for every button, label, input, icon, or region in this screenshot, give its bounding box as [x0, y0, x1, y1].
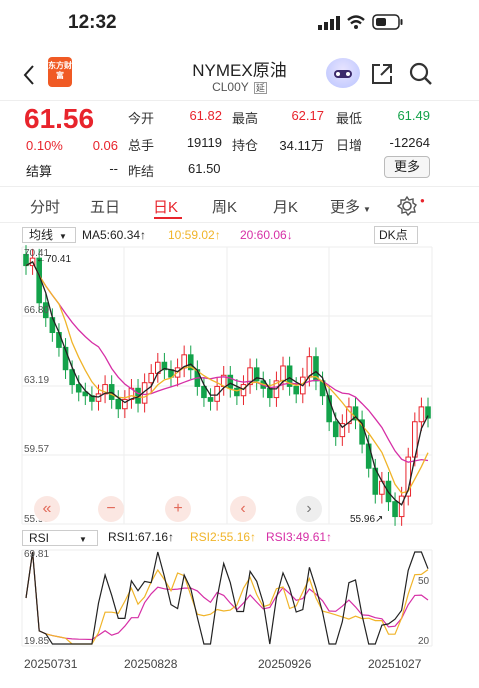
rsi3-readout: RSI3:49.61↑ — [266, 530, 333, 544]
candle-body — [267, 387, 273, 399]
rsi2-line — [25, 551, 429, 645]
candle-body — [293, 385, 299, 395]
rsi-grid — [21, 549, 433, 647]
rsi3-line — [25, 551, 429, 641]
candle-body — [398, 495, 405, 518]
candle-body — [56, 332, 62, 348]
candle-body — [115, 398, 122, 410]
rsi1-line — [25, 551, 429, 645]
dropdown-icon: ▼ — [79, 535, 87, 544]
scroll-right-button[interactable]: › — [296, 496, 322, 522]
rsi-axis-label: 19.85 — [24, 636, 50, 647]
price-axis-label: 66.80 — [24, 305, 50, 316]
date-label: 20250731 — [24, 657, 78, 671]
date-label: 20251027 — [368, 657, 422, 671]
rsi2-readout: RSI2:55.16↑ — [190, 530, 257, 544]
candle-body — [332, 421, 339, 438]
price-axis-label: 63.19 — [24, 375, 50, 386]
candle-body — [306, 356, 313, 378]
rsi1-readout: RSI1:67.16↑ — [108, 530, 175, 544]
candle-body — [234, 387, 240, 397]
zoom-out-far-button[interactable]: « — [34, 496, 60, 522]
candle-body — [148, 372, 155, 384]
price-axis-label: 59.57 — [24, 444, 50, 455]
zoom-in-button[interactable]: + — [165, 496, 191, 522]
candle-body — [280, 365, 286, 382]
low-marker: 55.96↗ — [350, 514, 384, 525]
candle-body — [392, 501, 398, 518]
candle-body — [75, 384, 82, 393]
candle-body — [207, 397, 214, 402]
high-marker: ←70.41 — [36, 254, 72, 265]
rsi-axis-label: 20 — [418, 636, 430, 647]
rsi-axis-label: 69.81 — [24, 549, 50, 560]
rsi-axis-label: 50 — [418, 576, 430, 587]
scroll-left-button[interactable]: ‹ — [230, 496, 256, 522]
rsi-dropdown[interactable]: RSI ▼ — [22, 530, 98, 546]
date-label: 20250926 — [258, 657, 312, 671]
zoom-out-button[interactable]: − — [98, 496, 124, 522]
date-label: 20250828 — [124, 657, 178, 671]
kline-chart[interactable] — [0, 0, 479, 688]
candle-body — [418, 406, 425, 423]
